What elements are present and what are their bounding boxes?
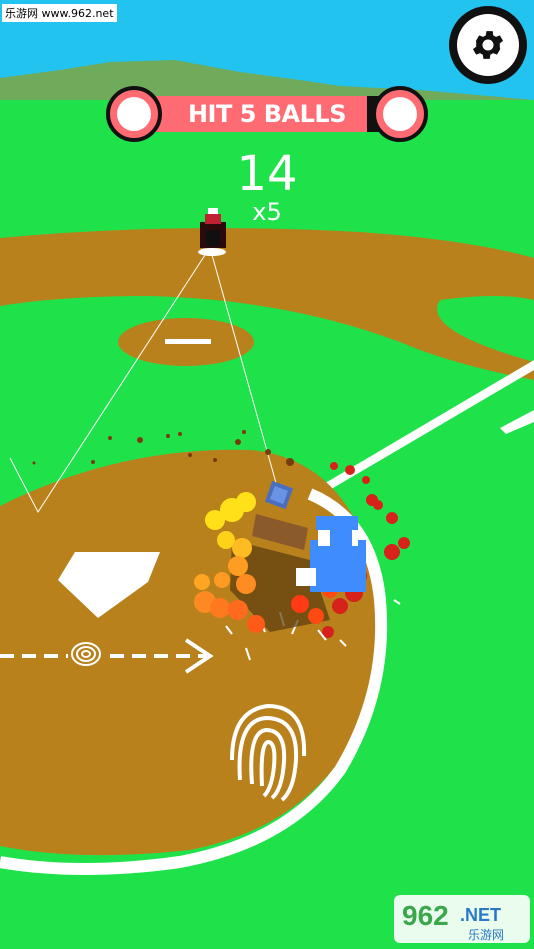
watermark-brand: 962: [402, 900, 449, 931]
goal-progress-start-cap: [106, 86, 162, 142]
watermark-top: 乐游网 www.962.net: [2, 4, 117, 22]
settings-button[interactable]: [449, 6, 527, 84]
watermark-caption: 乐游网: [468, 928, 504, 942]
watermark-bottom: 962 .NET 乐游网: [394, 895, 530, 943]
goal-label: HIT 5 BALLS: [187, 100, 347, 128]
settings-button-face: [457, 14, 519, 76]
goal-progress-bar: HIT 5 BALLS: [136, 96, 398, 132]
pitcher-rubber: [165, 339, 211, 344]
watermark-suffix: .NET: [460, 905, 501, 925]
gear-icon: [472, 31, 504, 59]
goal-progress-end-cap: [372, 86, 428, 142]
goal-progress: HIT 5 BALLS: [106, 86, 428, 142]
score-multiplier: x5: [252, 198, 282, 226]
score-value: 14: [236, 146, 298, 202]
game-scene[interactable]: [0, 0, 534, 949]
